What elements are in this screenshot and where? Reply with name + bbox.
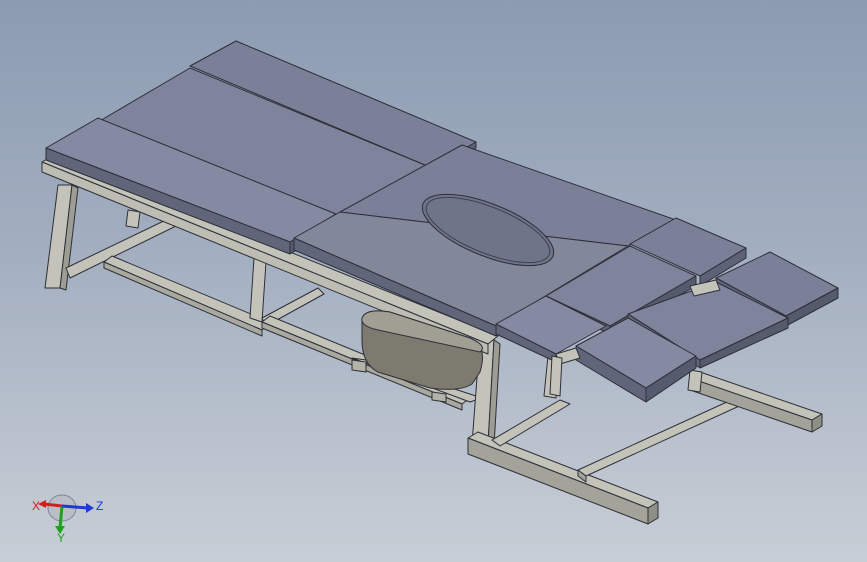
- frame-base-cross-2[interactable]: [577, 395, 749, 477]
- leg-ext-posts[interactable]: [549, 355, 563, 397]
- tub-bracket-right[interactable]: [431, 391, 447, 403]
- cad-viewport[interactable]: X Z Y: [0, 0, 867, 562]
- leg-ext-post-1[interactable]: [549, 355, 563, 397]
- triad-y-label: Y: [57, 531, 66, 545]
- triad-z-axis: [61, 504, 89, 510]
- tub-bracket-left[interactable]: [351, 359, 367, 373]
- triad-y-axis: [58, 505, 64, 529]
- frame-rail-bottom-left-face[interactable]: [103, 261, 263, 337]
- triad-graphic: [38, 494, 94, 534]
- triad-z-label: Z: [96, 499, 104, 513]
- frame-rail-bottom-left[interactable]: [103, 255, 271, 331]
- frame-base-cross-1[interactable]: [491, 399, 571, 447]
- triad-x-label: X: [32, 499, 41, 513]
- frame-leg-mid-left[interactable]: [249, 257, 267, 323]
- model-3d-view[interactable]: [0, 0, 867, 562]
- triad-z-arrow: [86, 503, 94, 513]
- frame-leg-left-rear[interactable]: [125, 209, 141, 229]
- orientation-triad[interactable]: X Z Y: [30, 488, 110, 544]
- frame-leg-right-rear[interactable]: [687, 369, 703, 393]
- triad-x-axis: [43, 502, 63, 508]
